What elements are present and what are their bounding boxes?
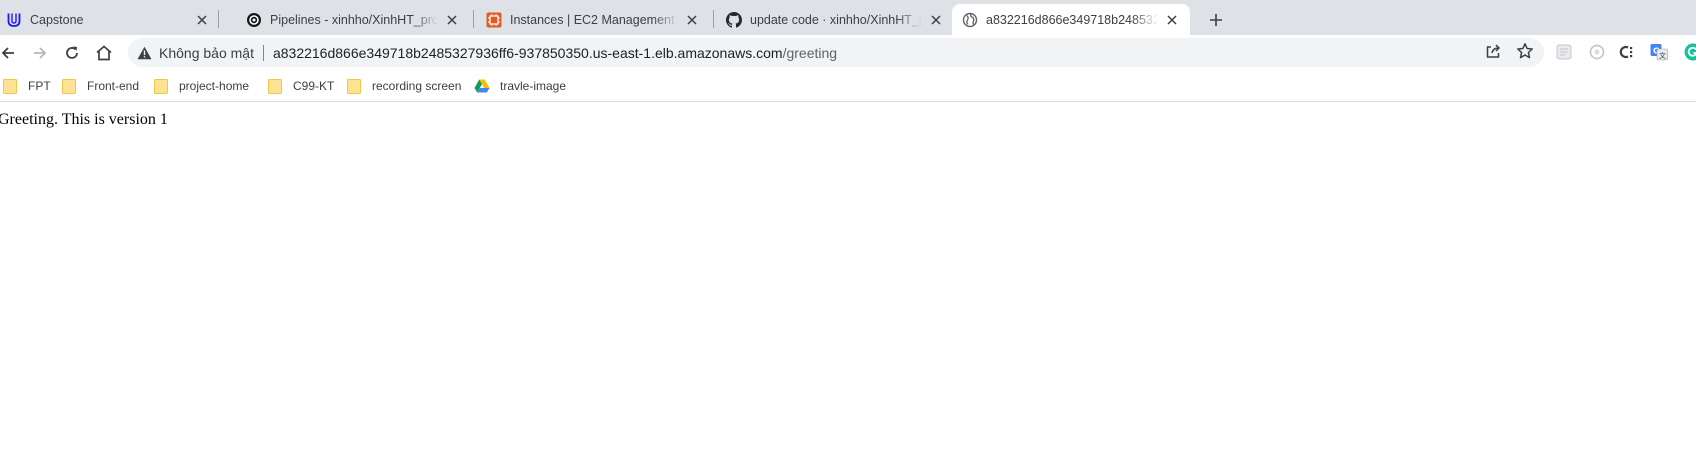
home-icon [96,45,112,61]
bookmark-star-button[interactable] [1515,41,1535,61]
tab-github-commit[interactable]: update code · xinhho/XinhHT_project [718,4,952,35]
arrow-left-icon [1,47,14,59]
reload-icon [66,46,78,59]
security-status-label[interactable]: Không bảo mật [159,45,254,61]
circleci-icon [246,12,262,28]
tab-pipelines[interactable]: Pipelines - xinhho/XinhHT_project [238,4,468,35]
tab-title: Instances | EC2 Management Console [510,12,678,27]
tab-separator [473,10,474,28]
tab-title: a832216d866e349718b2485327936ff6-9378503… [986,12,1158,27]
bookmarks-bar: FPT Front-end project-home C99-KT record… [0,70,1696,102]
bookmark-folder-fpt[interactable]: FPT [2,75,51,97]
close-icon[interactable] [1164,12,1180,28]
close-icon[interactable] [194,12,210,28]
share-button[interactable] [1483,41,1503,61]
share-icon [1486,44,1501,58]
new-tab-button[interactable] [1202,6,1230,34]
grammarly-icon[interactable] [1684,43,1696,61]
greeting-text: Greeting. This is version 1 [0,111,168,128]
bookmark-folder-c99-kt[interactable]: C99-KT [267,75,334,97]
folder-icon [61,78,77,94]
bookmark-travle-image[interactable]: travle-image [474,75,566,97]
close-icon[interactable] [928,12,944,28]
tab-title: Capstone [30,12,84,27]
folder-icon [346,78,362,94]
bookmark-folder-front-end[interactable]: Front-end [61,75,139,97]
svg-text:文: 文 [1659,51,1666,60]
extension-tile-icon[interactable] [1555,43,1573,61]
folder-icon [267,78,283,94]
bookmark-label: C99-KT [293,79,335,93]
bookmark-label: FPT [28,79,51,93]
bookmark-label: project-home [179,79,250,93]
home-button[interactable] [90,39,118,67]
page-content: Greeting. This is version 1 [0,103,1696,462]
bookmark-folder-project-home[interactable]: project-home [153,75,249,97]
tab-ec2-instances[interactable]: Instances | EC2 Management Console [478,4,708,35]
browser-toolbar: Không bảo mật a832216d866e349718b2485327… [0,35,1696,70]
reload-button[interactable] [58,39,86,67]
warning-icon[interactable] [136,45,152,61]
tab-separator [713,10,714,28]
tab-title: Pipelines - xinhho/XinhHT_project [270,12,438,27]
extension-record-icon[interactable] [1588,43,1606,61]
aws-ec2-icon [486,12,502,28]
omnibox-divider [262,44,264,61]
forward-button[interactable] [26,39,54,67]
google-drive-icon [474,78,490,94]
google-translate-icon[interactable]: G文 [1650,43,1668,61]
bookmark-label: travle-image [500,79,567,93]
udacity-icon [6,12,22,28]
bookmark-label: recording screen [372,79,462,93]
address-bar[interactable]: Không bảo mật a832216d866e349718b2485327… [128,38,1544,67]
arrow-right-icon [34,47,47,59]
bookmark-folder-recording-screen[interactable]: recording screen [346,75,461,97]
url-path: /greeting [782,44,838,61]
close-icon[interactable] [444,12,460,28]
extension-c-icon[interactable] [1618,43,1636,61]
folder-icon [2,78,18,94]
url-host: a832216d866e349718b2485327936ff6-9378503… [272,44,783,61]
folder-icon [153,78,169,94]
tab-strip: Capstone Pipelines - xinhho/XinhHT_proje… [0,0,1696,35]
close-icon[interactable] [684,12,700,28]
star-icon [1517,43,1533,59]
tab-separator [218,10,219,28]
github-icon [726,11,742,28]
tab-title: update code · xinhho/XinhHT_project [750,12,922,27]
tab-capstone[interactable]: Capstone [0,4,218,35]
plus-icon [1210,14,1222,26]
url-text[interactable]: a832216d866e349718b2485327936ff6-9378503… [273,45,837,61]
back-button[interactable] [0,39,22,67]
bookmark-label: Front-end [87,79,140,93]
globe-icon [962,12,978,28]
tab-greeting-active[interactable]: a832216d866e349718b2485327936ff6-9378503… [952,4,1190,35]
